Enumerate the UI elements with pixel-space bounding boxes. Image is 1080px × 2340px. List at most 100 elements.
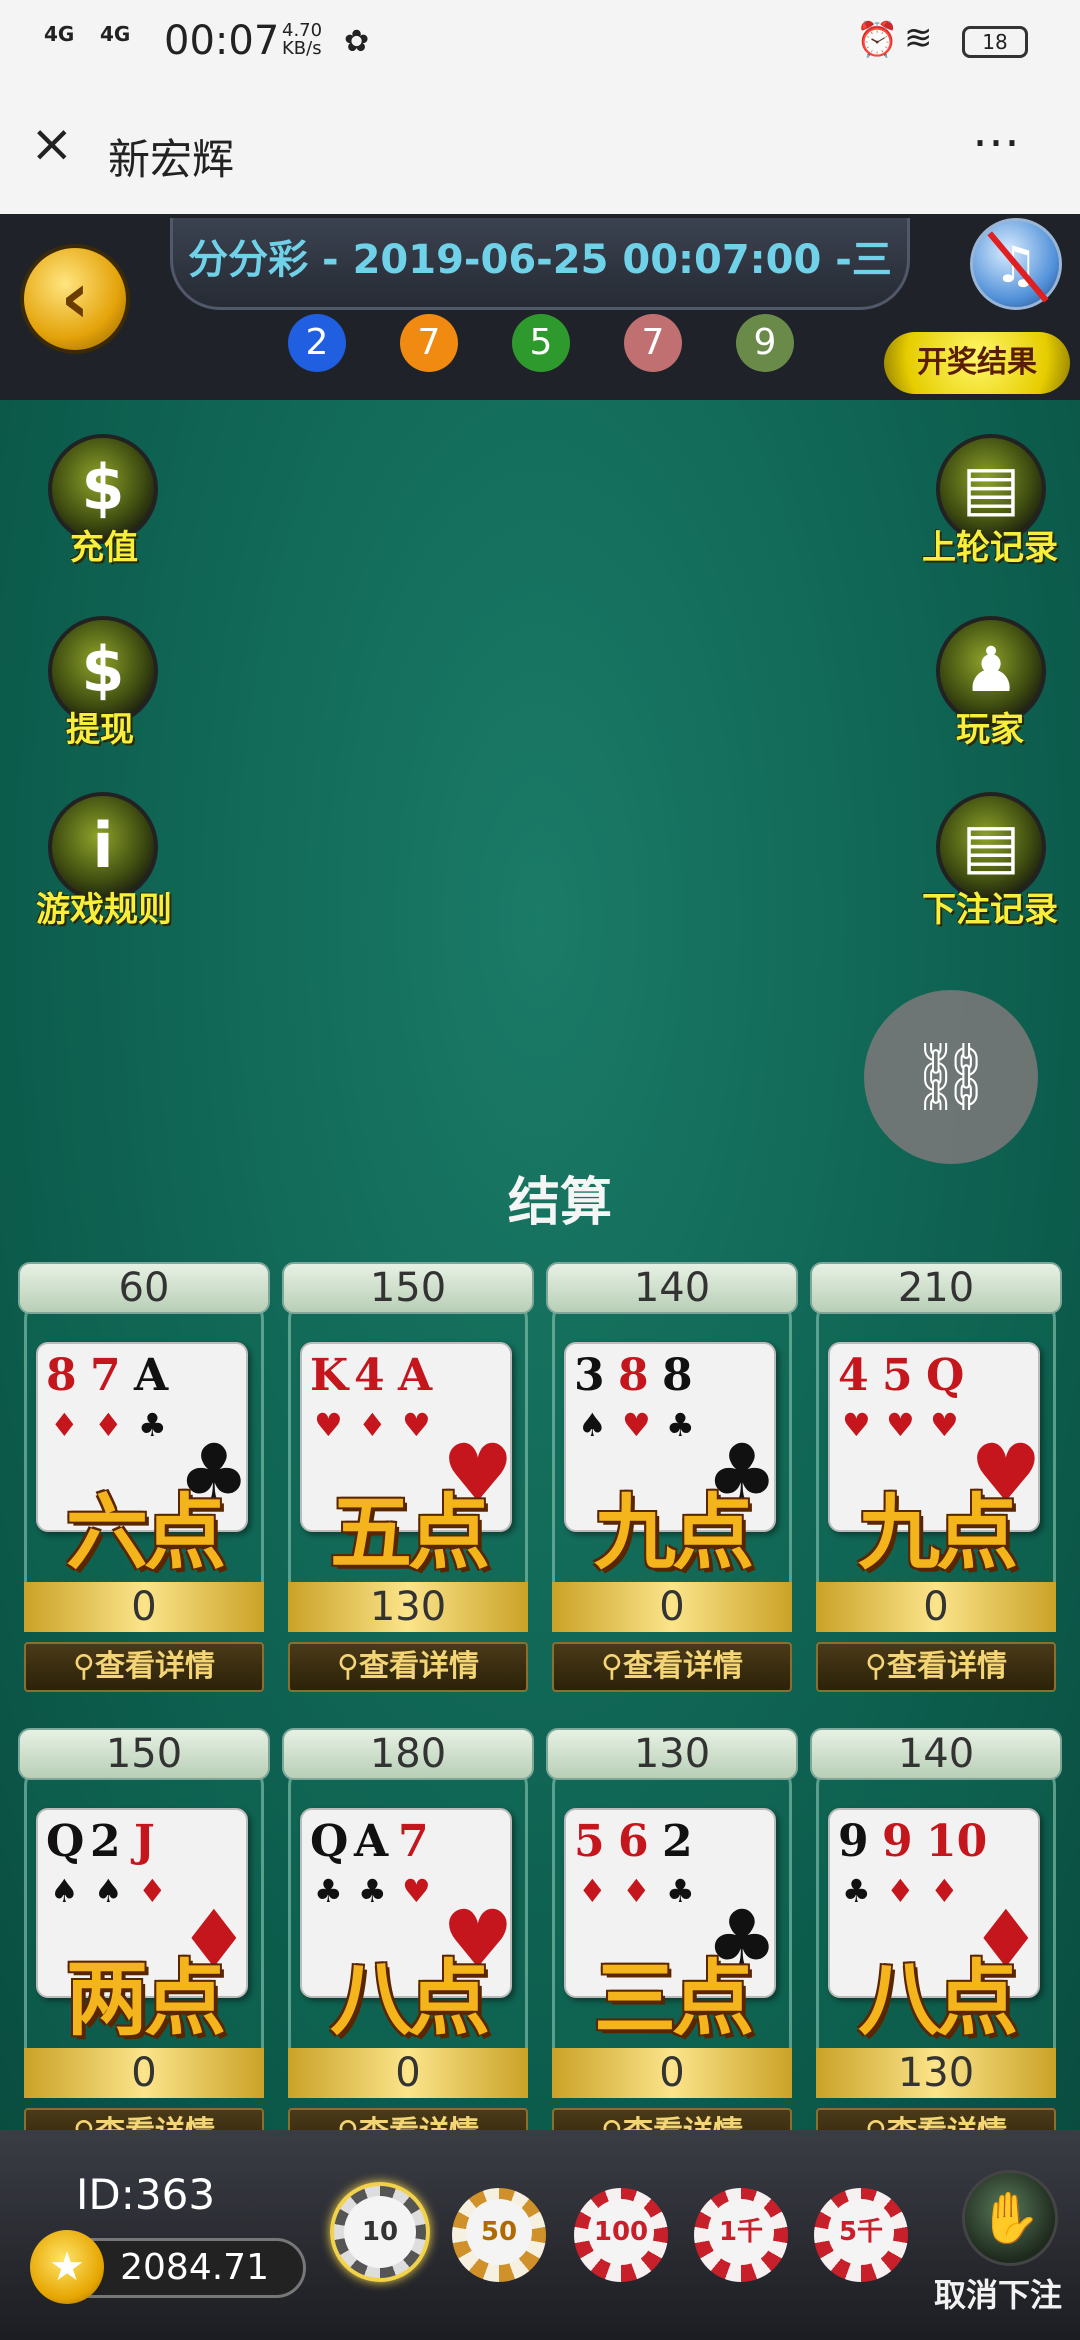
view-details-label: 查看详情: [94, 1649, 215, 1684]
bet-amount: 130: [288, 1582, 528, 1632]
view-details-label: 查看详情: [358, 1649, 479, 1684]
card-suit-icon: ♣: [666, 1406, 695, 1444]
chip-5000[interactable]: 5千: [814, 2188, 908, 2282]
hand-result-name: 五点: [329, 1486, 490, 1581]
card-suit-icon: ♣: [842, 1872, 871, 1910]
card-rank: 7: [398, 1816, 429, 1867]
player-id: ID:363: [76, 2170, 216, 2219]
network-speed: 4.70 KB/s: [282, 20, 323, 59]
result-ball: 7: [624, 314, 682, 372]
hand-score: 180: [282, 1728, 534, 1780]
result-ball: 2: [288, 314, 346, 372]
card-suit-icon: ♥: [886, 1406, 915, 1444]
card-suit-icon: ♦: [886, 1872, 915, 1910]
result-ball: 5: [512, 314, 570, 372]
card-suit-icon: ♣: [314, 1872, 343, 1910]
card-rank: 3: [574, 1350, 605, 1401]
view-details-button[interactable]: ⚲查看详情: [552, 1642, 792, 1692]
card-rank: 6: [618, 1816, 649, 1867]
card-suit-icon: ♦: [138, 1872, 167, 1910]
wechat-icon: ✿: [344, 24, 370, 59]
result-ball: 7: [400, 314, 458, 372]
hand-panel: 1305♦6♦2♣♣三点0⚲查看详情: [546, 1728, 798, 2178]
card-suit-icon: ♦: [578, 1872, 607, 1910]
card-suit-icon: ♦: [50, 1406, 79, 1444]
hand-panel: 180Q♣A♣7♥♥八点0⚲查看详情: [282, 1728, 534, 2178]
card-rank: 9: [882, 1816, 913, 1867]
chip-1000[interactable]: 1千: [694, 2188, 788, 2282]
hand-result-name: 八点: [857, 1952, 1018, 2047]
hand-score: 140: [810, 1728, 1062, 1780]
signal-indicator-1: 4G: [44, 22, 75, 46]
magnifier-icon: ⚲: [865, 1649, 887, 1684]
withdraw-label: 提现: [66, 710, 134, 750]
alarm-icon: ⏰: [856, 20, 899, 60]
bet-amount: 0: [552, 2048, 792, 2098]
card-suit-icon: ♠: [50, 1872, 79, 1910]
hand-score: 150: [18, 1728, 270, 1780]
music-icon: ♫: [993, 236, 1039, 294]
card-suit-icon: ♣: [666, 1872, 695, 1910]
card-rank: 9: [838, 1816, 869, 1867]
view-details-label: 查看详情: [886, 1649, 1007, 1684]
view-details-button[interactable]: ⚲查看详情: [24, 1642, 264, 1692]
bet-amount: 0: [24, 2048, 264, 2098]
music-toggle-button[interactable]: ♫: [970, 218, 1062, 310]
chip-10[interactable]: 10: [330, 2182, 430, 2282]
app-titlebar: × 新宏辉 ⋯: [0, 84, 1080, 214]
more-menu-icon[interactable]: ⋯: [972, 114, 1022, 170]
bet-amount: 0: [24, 1582, 264, 1632]
hand-result-name: 九点: [593, 1486, 754, 1581]
view-details-label: 查看详情: [622, 1649, 743, 1684]
magnifier-icon: ⚲: [601, 1649, 623, 1684]
game-header: ‹ 分分彩 - 2019-06-25 00:07:00 -三公 2 7 5 7 …: [0, 214, 1080, 400]
card-suit-icon: ♦: [930, 1872, 959, 1910]
chip-100[interactable]: 100: [574, 2188, 668, 2282]
hand-panel: 60 8 ♦ 7 ♦ A ♣ ♣ 六点 0 ⚲查看详情: [18, 1262, 270, 1712]
bet-amount: 0: [816, 1582, 1056, 1632]
card-rank: 8: [618, 1350, 649, 1401]
lottery-title: 分分彩 - 2019-06-25 00:07:00 -三公: [170, 218, 910, 367]
card-rank: Q: [46, 1816, 85, 1867]
clock: 00:07: [164, 18, 280, 64]
card-rank: K: [310, 1350, 349, 1401]
hand-icon: ✋: [978, 2189, 1042, 2247]
recharge-label: 充值: [70, 528, 138, 568]
hand-panel: 1409♣9♦10♦♦八点130⚲查看详情: [810, 1728, 1062, 2178]
card-suit-icon: ♥: [930, 1406, 959, 1444]
card-rank: 8: [662, 1350, 693, 1401]
wifi-icon: ≋: [904, 18, 933, 58]
card-rank: A: [398, 1350, 433, 1401]
view-details-button[interactable]: ⚲查看详情: [816, 1642, 1056, 1692]
card-rank: A: [354, 1816, 389, 1867]
hand-panel: 150 K ♥ 4 ♦ A ♥ ♥ 五点 130 ⚲查看详情: [282, 1262, 534, 1712]
hand-result-name: 两点: [65, 1952, 226, 2047]
back-button[interactable]: ‹: [20, 244, 130, 354]
magnifier-icon: ⚲: [73, 1649, 95, 1684]
card-suit-icon: ♠: [578, 1406, 607, 1444]
hand-result-name: 八点: [329, 1952, 490, 2047]
bet-record-label: 下注记录: [922, 890, 1058, 930]
card-rank: 4: [354, 1350, 385, 1401]
bottom-bar: ID:363 2084.71 ★ 10 50 100 1千 5千 ✋ 取消下注: [0, 2130, 1080, 2340]
card-rank: 8: [46, 1350, 77, 1401]
chip-50[interactable]: 50: [452, 2188, 546, 2282]
bet-amount: 0: [552, 1582, 792, 1632]
players-label: 玩家: [956, 710, 1024, 750]
card-suit-icon: ♣: [138, 1406, 167, 1444]
cancel-bet-button[interactable]: ✋: [962, 2170, 1058, 2266]
close-icon[interactable]: ×: [30, 118, 74, 170]
card-suit-icon: ♥: [622, 1406, 651, 1444]
hand-panel: 210 4 ♥ 5 ♥ Q ♥ ♥ 九点 0 ⚲查看详情: [810, 1262, 1062, 1712]
card-suit-icon: ♦: [622, 1872, 651, 1910]
card-rank: 2: [662, 1816, 693, 1867]
open-result-button[interactable]: 开奖结果: [884, 332, 1070, 394]
card-suit-icon: ♥: [402, 1872, 431, 1910]
link-button[interactable]: ⛓: [864, 990, 1038, 1164]
card-suit-icon: ♦: [358, 1406, 387, 1444]
last-round-record-label: 上轮记录: [922, 528, 1058, 568]
page-title: 新宏辉: [108, 135, 235, 184]
card-rank: J: [134, 1816, 155, 1867]
view-details-button[interactable]: ⚲查看详情: [288, 1642, 528, 1692]
card-rank: 5: [882, 1350, 913, 1401]
